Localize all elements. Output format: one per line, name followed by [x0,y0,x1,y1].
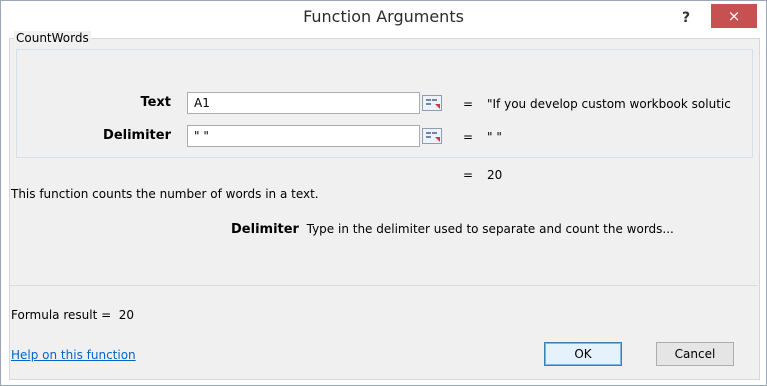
cancel-button[interactable]: Cancel [656,342,734,366]
ok-button[interactable]: OK [544,342,622,366]
formula-result: Formula result = 20 [11,308,134,322]
text-argument-input[interactable] [187,92,420,114]
close-icon[interactable]: × [711,4,757,28]
help-icon[interactable]: ? [673,7,699,29]
function-result-value: 20 [487,168,503,182]
argument-label-text: Text [140,95,171,110]
argument-help-text: Type in the delimiter used to separate a… [306,222,674,236]
footer-divider [9,285,758,286]
argument-help: Delimiter Type in the delimiter used to … [231,222,674,237]
formula-result-label: Formula result = [11,308,112,322]
argument-help-name: Delimiter [231,222,299,237]
dialog-body [9,38,760,380]
function-name-label: CountWords [14,31,91,45]
function-arguments-dialog: Function Arguments ? × CountWords Text =… [0,0,767,386]
function-description: This function counts the number of words… [11,187,319,201]
formula-result-value: 20 [118,308,135,322]
range-picker-icon[interactable] [422,95,442,111]
delimiter-equals-sign: = [463,130,474,144]
argument-label-delimiter: Delimiter [103,128,171,143]
title-bar: Function Arguments ? × [1,1,766,31]
delimiter-argument-input[interactable] [187,125,420,147]
delimiter-evaluated-value: " " [487,130,502,144]
range-picker-icon[interactable] [422,128,442,144]
text-equals-sign: = [463,97,474,111]
help-on-function-link[interactable]: Help on this function [11,348,136,362]
dialog-title: Function Arguments [303,7,464,26]
text-evaluated-value: "If you develop custom workbook solutic [487,97,731,111]
result-equals-sign: = [463,168,474,182]
